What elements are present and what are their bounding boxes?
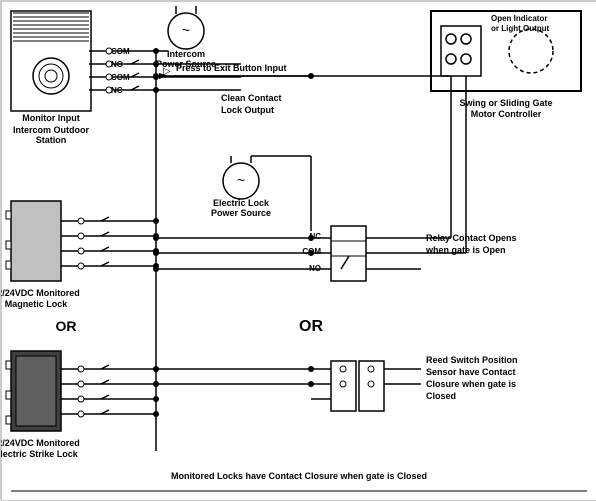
svg-text:Clean Contact: Clean Contact: [221, 93, 282, 103]
monitor-input-label: Monitor Input: [22, 113, 79, 123]
svg-text:Power Source: Power Source: [211, 208, 271, 218]
svg-text:Swing or Sliding Gate: Swing or Sliding Gate: [459, 98, 552, 108]
svg-text:Closure when gate is: Closure when gate is: [426, 379, 516, 389]
svg-text:Electric Strike Lock: Electric Strike Lock: [1, 449, 79, 459]
svg-text:Lock Output: Lock Output: [221, 105, 274, 115]
svg-text:Closed: Closed: [426, 391, 456, 401]
svg-text:Electric Lock: Electric Lock: [213, 198, 270, 208]
svg-text:Sensor have Contact: Sensor have Contact: [426, 367, 516, 377]
svg-text:Reed Switch Position: Reed Switch Position: [426, 355, 518, 365]
svg-text:12/24VDC Monitored: 12/24VDC Monitored: [1, 438, 80, 448]
svg-text:or Light Output: or Light Output: [491, 24, 550, 33]
svg-text:OR: OR: [299, 318, 323, 335]
svg-text:Monitored Locks have Contact C: Monitored Locks have Contact Closure whe…: [171, 471, 427, 481]
svg-text:Motor Controller: Motor Controller: [471, 109, 542, 119]
wiring-diagram: Monitor Input Intercom Outdoor Station C…: [0, 0, 596, 500]
svg-text:Open Indicator: Open Indicator: [491, 14, 547, 23]
svg-text:~: ~: [237, 172, 245, 188]
svg-text:~: ~: [182, 22, 190, 38]
svg-text:12/24VDC Monitored: 12/24VDC Monitored: [1, 288, 80, 298]
svg-text:OR: OR: [56, 318, 77, 334]
svg-text:Intercom: Intercom: [167, 49, 205, 59]
svg-text:Magnetic Lock: Magnetic Lock: [5, 299, 69, 309]
svg-text:Intercom Outdoor: Intercom Outdoor: [13, 125, 89, 135]
svg-text:Station: Station: [36, 135, 67, 145]
